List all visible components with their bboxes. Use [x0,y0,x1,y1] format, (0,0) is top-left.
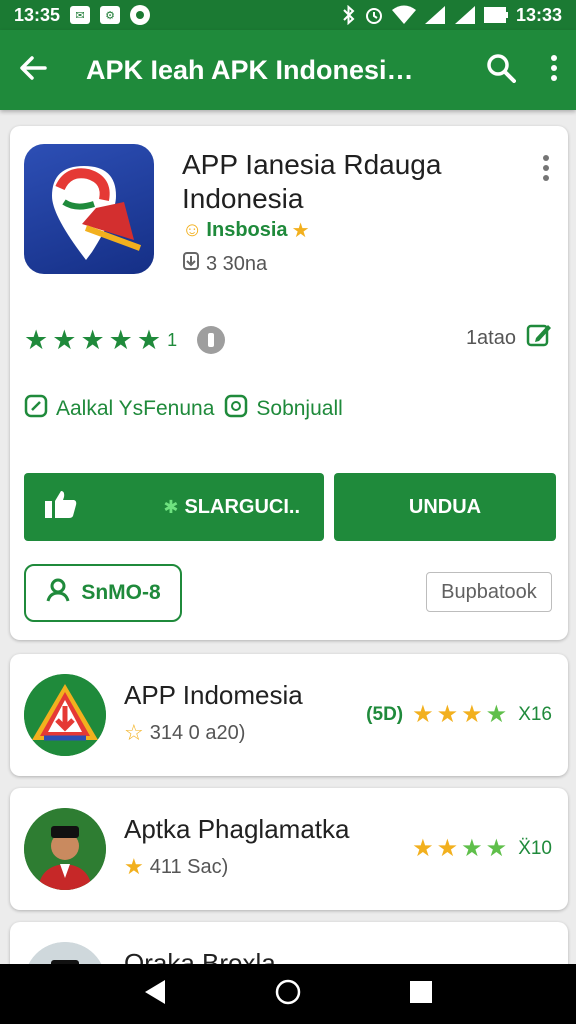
star-outline-icon: ★ [124,854,144,879]
thumbs-up-icon [44,489,78,525]
like-button-label: SLARGUCI.. [184,495,300,518]
checkbox-icon [24,394,48,424]
developer-name: Insbosia [206,219,288,241]
list-item-title: APP Indomesia [124,680,303,710]
star-icon: ★ [436,835,459,862]
star-icon: ★ [461,835,483,862]
rate-label: 1atao [465,326,516,349]
status-bar: 13:35 ✉ ⚙ 13:33 [0,0,576,30]
star-icon: ★ [291,220,310,242]
wifi-icon [391,5,416,25]
rating-count: X16 [518,703,552,725]
list-item-rating: (5D) ★ ★ ★ ★ X16 [366,700,552,729]
sparkle-icon: ✱ [163,496,179,517]
star-icon: ★ [412,701,434,728]
recents-square-icon[interactable] [409,980,433,1009]
star-icon: ★ [461,701,483,728]
smiley-icon: ☺ [182,219,203,241]
star-icon: ★ [108,324,133,355]
status-time-right: 13:33 [515,4,562,25]
chat-icon [224,394,248,424]
like-button[interactable]: ✱ SLARGUCI.. [24,473,324,541]
app-detail-card: APP Ianesia Rdauga Indonesia ☺ Insbosia … [10,126,568,640]
app-toolbar: APK Ieah APK Indonesia... [0,30,576,110]
star-icon: ★ [24,324,49,355]
more-vert-icon[interactable] [542,154,550,187]
list-item-meta: 411 Sac) [149,855,229,878]
record-icon [130,5,151,25]
alarm-icon [364,5,384,25]
page-title: APK Ieah APK Indonesia... [86,54,416,85]
star-outline-icon: ☆ [124,720,144,745]
list-item-title: Aptka Phaglamatka [124,814,350,844]
signal-icon [454,5,476,25]
person-icon [45,577,71,609]
install-button-label: UNDUA [408,495,482,518]
grey-chip[interactable]: Bupbatook [426,572,552,612]
avatar [24,808,106,890]
tag-item[interactable]: Sobnjuall [224,394,343,424]
star-icon: ★ [136,324,162,355]
tag-item[interactable]: Aalkal YsFenuna [24,394,214,424]
rate-link[interactable]: 1atao [466,322,552,354]
list-item[interactable]: APP Indomesia ☆ 314 0 a20) (5D) ★ ★ ★ ★ … [10,654,568,776]
star-icon: ★ [80,324,105,355]
system-nav-bar [0,964,576,1024]
back-triangle-icon[interactable] [143,979,167,1010]
tag-label: Sobnjuall [256,397,343,420]
battery-icon [483,7,508,23]
download-icon [182,251,200,277]
list-item-rating: ★ ★ ★ ★ Ẍ10 [412,834,552,863]
signal-icon [424,5,446,25]
home-circle-icon[interactable] [274,978,302,1011]
more-vert-icon[interactable] [550,54,558,87]
notification-icon: ✉ [70,6,91,24]
list-item-subtitle: ★ 411 Sac) [124,854,228,880]
rating-count: Ẍ10 [518,837,552,859]
status-time: 13:35 [14,4,61,25]
rating-stars[interactable]: ★ ★ ★ ★ ★ 1 [24,324,226,355]
app-title: APP Ianesia Rdauga Indonesia [182,149,442,214]
grey-chip-label: Bupbatook [441,580,537,603]
bluetooth-icon [342,5,356,25]
list-item-meta: 314 0 a20) [149,721,246,744]
star-icon: ★ [485,835,508,862]
edit-icon [526,322,552,354]
outline-chip-label: SnMO-8 [81,581,161,604]
downloads-count: 3 30na [206,252,268,275]
back-arrow-icon[interactable] [18,53,48,88]
rating-label: (5D) [366,703,404,725]
tags-row: Aalkal YsFenuna Sobnjuall [24,394,343,424]
star-icon: ★ [412,835,434,862]
app-logo-icon [24,144,154,274]
app-avatar-icon [24,674,106,756]
list-item-subtitle: ☆ 314 0 a20) [124,720,245,746]
list-item[interactable]: Aptka Phaglamatka ★ 411 Sac) ★ ★ ★ ★ Ẍ10 [10,788,568,910]
star-icon: ★ [52,324,77,355]
search-icon[interactable] [486,53,516,88]
star-icon: ★ [485,701,508,728]
settings-icon: ⚙ [100,6,121,24]
install-button[interactable]: UNDUA [334,473,556,541]
rating-count: 1 [167,329,178,350]
info-icon[interactable] [197,326,226,354]
outline-chip[interactable]: SnMO-8 [24,564,182,622]
developer-row[interactable]: ☺ Insbosia ★ [182,218,310,243]
star-icon: ★ [436,701,459,728]
downloads-row: 3 30na [182,251,267,277]
tag-label: Aalkal YsFenuna [56,397,215,420]
